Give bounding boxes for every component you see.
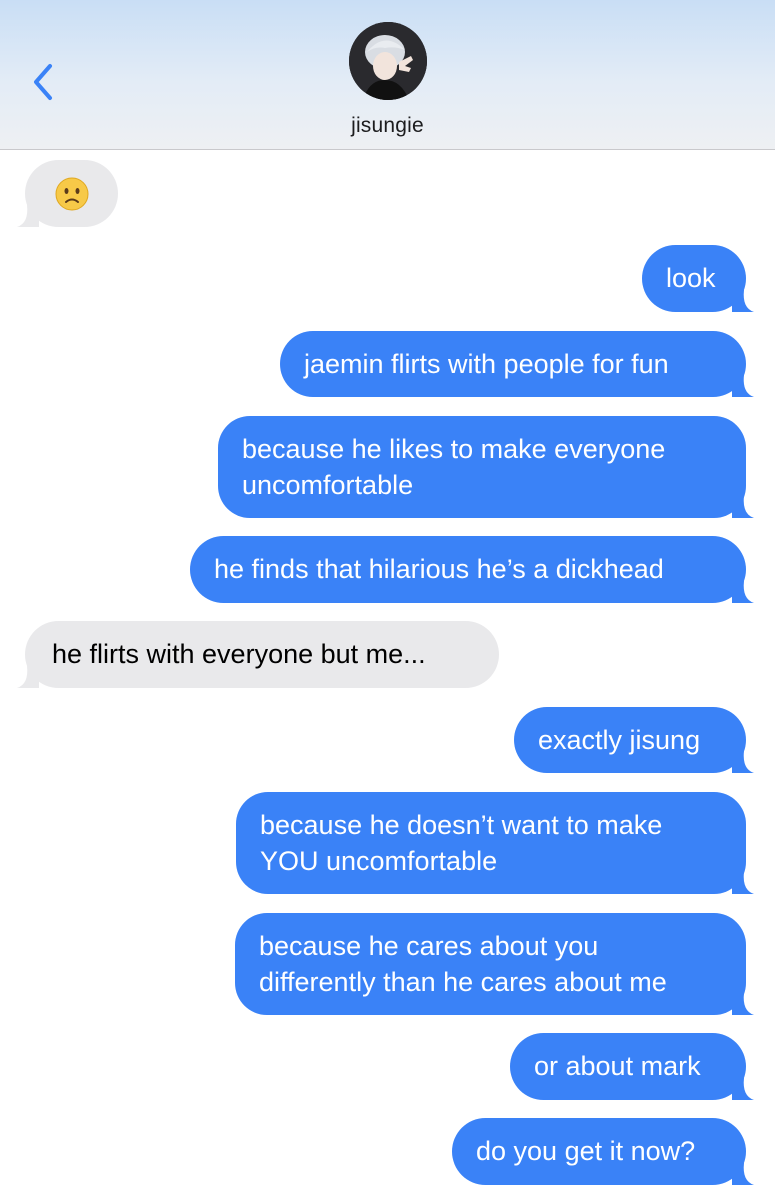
message-text: he flirts with everyone but me... bbox=[52, 639, 426, 669]
message-thread: look jaemin flirts with people for fun b… bbox=[0, 150, 775, 1200]
sent-message[interactable]: do you get it now? bbox=[452, 1118, 754, 1185]
message-text: he finds that hilarious he’s a dickhead bbox=[214, 554, 664, 584]
sent-message[interactable]: look bbox=[642, 245, 754, 312]
message-text: or about mark bbox=[534, 1051, 701, 1081]
message-line: differently than he cares about me bbox=[259, 967, 667, 997]
message-text: look bbox=[666, 263, 716, 293]
message-text: do you get it now? bbox=[476, 1136, 696, 1166]
message-line: because he doesn’t want to make bbox=[260, 810, 663, 840]
message-text: jaemin flirts with people for fun bbox=[304, 349, 669, 379]
sent-message[interactable]: jaemin flirts with people for fun bbox=[280, 331, 754, 397]
avatar-photo bbox=[349, 22, 427, 100]
message-line: uncomfortable bbox=[242, 470, 414, 500]
sent-message[interactable]: because he doesn’t want to make YOU unco… bbox=[236, 792, 754, 894]
message-text: exactly jisung bbox=[538, 725, 701, 755]
message-line: YOU uncomfortable bbox=[260, 846, 498, 876]
slightly-frowning-face-icon bbox=[55, 177, 89, 211]
back-button[interactable] bbox=[28, 62, 62, 102]
contact-name[interactable]: jisungie bbox=[0, 114, 775, 138]
sent-message[interactable]: because he likes to make everyone uncomf… bbox=[218, 416, 754, 518]
sent-message[interactable]: or about mark bbox=[510, 1033, 754, 1100]
conversation-header: jisungie bbox=[0, 0, 775, 150]
avatar[interactable] bbox=[349, 22, 427, 100]
received-message[interactable]: he flirts with everyone but me... bbox=[17, 621, 499, 688]
sent-message[interactable]: he finds that hilarious he’s a dickhead bbox=[190, 536, 754, 603]
message-line: because he likes to make everyone bbox=[242, 434, 666, 464]
sent-message[interactable]: exactly jisung bbox=[514, 707, 754, 773]
received-message[interactable] bbox=[17, 160, 118, 227]
chevron-left-icon bbox=[34, 64, 52, 100]
message-line: because he cares about you bbox=[259, 931, 599, 961]
sent-message[interactable]: because he cares about you differently t… bbox=[235, 913, 754, 1015]
